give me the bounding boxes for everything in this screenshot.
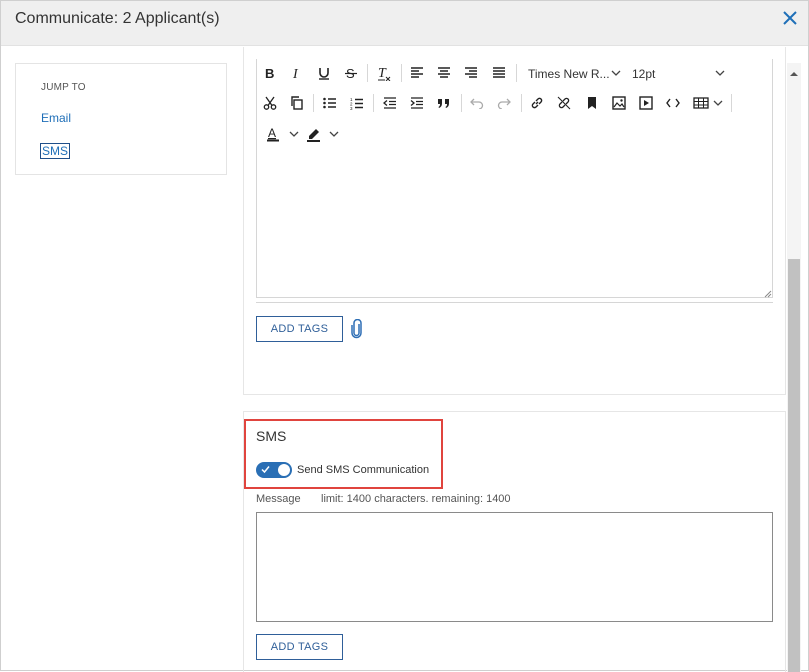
- toolbar-divider: [367, 64, 368, 82]
- code-icon[interactable]: [662, 92, 684, 114]
- jump-to-panel: JUMP TO Email SMS: [15, 63, 227, 175]
- jump-link-sms[interactable]: SMS: [40, 143, 71, 159]
- chevron-down-icon[interactable]: [707, 92, 729, 114]
- chevron-down-icon[interactable]: [605, 62, 627, 84]
- svg-text:3: 3: [350, 106, 353, 110]
- add-tags-button-sms[interactable]: ADD TAGS: [256, 634, 343, 660]
- bullet-list-icon[interactable]: [319, 92, 341, 114]
- image-icon[interactable]: [608, 92, 630, 114]
- resize-handle-icon[interactable]: [762, 285, 772, 298]
- close-icon[interactable]: [780, 8, 800, 28]
- font-family-select[interactable]: Times New R...: [528, 67, 610, 81]
- align-left-icon[interactable]: [406, 62, 428, 84]
- align-center-icon[interactable]: [433, 62, 455, 84]
- toolbar-divider: [401, 64, 402, 82]
- blockquote-icon[interactable]: [433, 92, 455, 114]
- attachment-icon[interactable]: [350, 318, 364, 339]
- video-icon[interactable]: [635, 92, 657, 114]
- scroll-up-icon[interactable]: [789, 65, 799, 76]
- sms-message-input[interactable]: [256, 512, 773, 622]
- toolbar-divider: [516, 64, 517, 82]
- add-tags-button-email[interactable]: ADD TAGS: [256, 316, 343, 342]
- redo-icon[interactable]: [493, 92, 515, 114]
- copy-icon[interactable]: [286, 92, 308, 114]
- numbered-list-icon[interactable]: 123: [346, 92, 368, 114]
- toolbar-divider: [731, 94, 732, 112]
- align-right-icon[interactable]: [460, 62, 482, 84]
- chevron-down-icon[interactable]: [283, 123, 305, 145]
- strikethrough-icon[interactable]: S: [340, 62, 362, 84]
- align-justify-icon[interactable]: [488, 62, 510, 84]
- svg-text:B: B: [265, 66, 274, 80]
- chevron-down-icon[interactable]: [323, 123, 345, 145]
- dialog-header: Communicate: 2 Applicant(s): [1, 1, 808, 46]
- font-color-icon[interactable]: A: [262, 123, 284, 145]
- sms-section-title: SMS: [256, 428, 287, 444]
- underline-icon[interactable]: [313, 62, 335, 84]
- bold-icon[interactable]: B: [259, 62, 281, 84]
- font-size-select[interactable]: 12pt: [632, 67, 655, 81]
- chevron-down-icon[interactable]: [709, 62, 731, 84]
- check-icon: [261, 466, 270, 474]
- dialog-title: Communicate: 2 Applicant(s): [15, 10, 220, 27]
- clear-format-icon[interactable]: T: [373, 62, 395, 84]
- highlight-icon[interactable]: [303, 123, 325, 145]
- toolbar-divider: [313, 94, 314, 112]
- toolbar-divider: [461, 94, 462, 112]
- indent-icon[interactable]: [406, 92, 428, 114]
- svg-text:I: I: [292, 67, 299, 80]
- toggle-knob: [278, 464, 290, 476]
- svg-text:T: T: [378, 66, 387, 81]
- toolbar-divider: [521, 94, 522, 112]
- unlink-icon[interactable]: [553, 92, 575, 114]
- toolbar-divider: [373, 94, 374, 112]
- send-sms-label: Send SMS Communication: [297, 464, 430, 476]
- message-limit-text: limit: 1400 characters. remaining: 1400: [321, 493, 511, 505]
- editor-bottom-border: [256, 302, 773, 303]
- jump-to-heading: JUMP TO: [41, 82, 86, 93]
- bookmark-icon[interactable]: [581, 92, 603, 114]
- send-sms-toggle[interactable]: [256, 462, 292, 478]
- svg-text:A: A: [268, 126, 276, 140]
- outdent-icon[interactable]: [379, 92, 401, 114]
- undo-icon[interactable]: [466, 92, 488, 114]
- cut-icon[interactable]: [259, 92, 281, 114]
- jump-link-email[interactable]: Email: [41, 111, 71, 125]
- scrollbar-thumb[interactable]: [788, 259, 800, 672]
- editor-statusbar-divider: [256, 297, 773, 298]
- communicate-dialog: Communicate: 2 Applicant(s) JUMP TO Emai…: [0, 0, 809, 672]
- message-label: Message: [256, 493, 301, 505]
- italic-icon[interactable]: I: [286, 62, 308, 84]
- link-icon[interactable]: [526, 92, 548, 114]
